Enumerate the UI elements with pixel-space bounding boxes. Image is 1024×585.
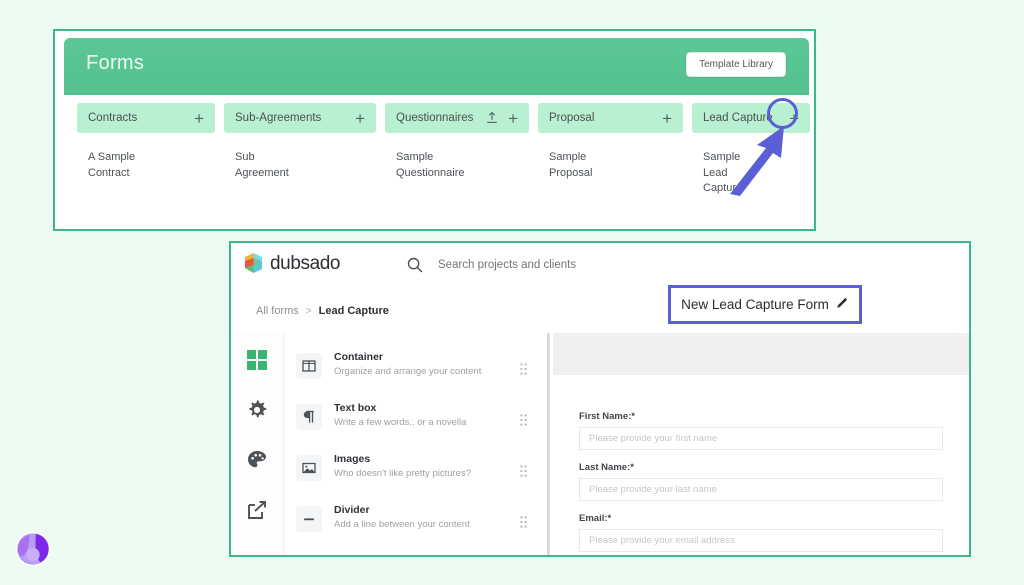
form-name-text: New Lead Capture Form [681, 297, 829, 312]
palette-icon[interactable] [246, 449, 268, 471]
grid-icon[interactable] [246, 349, 268, 371]
pencil-icon[interactable] [836, 296, 849, 314]
breadcrumb-all-forms[interactable]: All forms [256, 305, 299, 317]
drag-handle-icon[interactable] [520, 362, 527, 374]
form-fields: First Name:* Please provide your first n… [553, 375, 969, 555]
block-title: Images [334, 453, 370, 465]
upload-icon[interactable] [486, 111, 498, 125]
drag-handle-icon[interactable] [520, 413, 527, 425]
field-label: First Name:* [579, 411, 943, 422]
block-title: Text box [334, 402, 376, 414]
forms-column-sub-agreements: Sub-Agreements + Sub Agreement [224, 103, 376, 181]
annotation-arrow-icon [726, 118, 792, 196]
share-icon[interactable] [246, 499, 268, 521]
list-item[interactable]: Agreement [235, 166, 365, 182]
forms-column-questionnaires: Questionnaires + Sample Questionnaire [385, 103, 529, 181]
column-label: Proposal [549, 112, 658, 124]
block-item-text-box[interactable]: Text box Write a few words.. or a novell… [284, 396, 546, 445]
last-name-input[interactable]: Please provide your last name [579, 478, 943, 501]
list-item[interactable]: Sample [396, 150, 518, 166]
forms-column-contracts: Contracts + A Sample Contract [77, 103, 215, 181]
cube-logo-icon [244, 252, 263, 275]
breadcrumb-separator: > [306, 306, 312, 317]
add-contract-icon[interactable]: + [194, 110, 204, 127]
list-item[interactable]: Sub [235, 150, 365, 166]
field-last-name: Last Name:* Please provide your last nam… [553, 462, 969, 501]
block-item-images[interactable]: Images Who doesn't like pretty pictures? [284, 447, 546, 496]
block-subtitle: Write a few words.. or a novella [334, 417, 466, 428]
dubsado-logo[interactable]: dubsado [244, 252, 340, 275]
search-icon[interactable] [407, 257, 423, 278]
column-label: Sub-Agreements [235, 112, 351, 124]
list-item[interactable]: Proposal [549, 166, 672, 182]
block-subtitle: Add a line between your content [334, 519, 470, 530]
list-item[interactable]: Questionnaire [396, 166, 518, 182]
block-subtitle: Organize and arrange your content [334, 366, 481, 377]
column-items: A Sample Contract [77, 133, 215, 181]
email-input[interactable]: Please provide your email address [579, 529, 943, 552]
column-label: Contracts [88, 112, 190, 124]
divider-icon [296, 506, 322, 532]
builder-block-list: Container Organize and arrange your cont… [284, 333, 546, 555]
drag-handle-icon[interactable] [520, 464, 527, 476]
list-item[interactable]: Sample [549, 150, 672, 166]
column-header-sub-agreements[interactable]: Sub-Agreements + [224, 103, 376, 133]
image-icon [296, 455, 322, 481]
form-name-field[interactable]: New Lead Capture Form [668, 285, 862, 324]
field-first-name: First Name:* Please provide your first n… [553, 411, 969, 450]
column-items: Sub Agreement [224, 133, 376, 181]
drag-handle-icon[interactable] [520, 515, 527, 527]
column-header-questionnaires[interactable]: Questionnaires + [385, 103, 529, 133]
block-item-container[interactable]: Container Organize and arrange your cont… [284, 345, 546, 394]
block-title: Container [334, 351, 383, 363]
divider-line [547, 333, 550, 555]
column-header-proposal[interactable]: Proposal + [538, 103, 683, 133]
forms-columns: Contracts + A Sample Contract Sub-Agreem… [64, 103, 805, 223]
forms-panel-header: Forms Template Library [64, 38, 809, 95]
column-items: Sample Proposal [538, 133, 683, 181]
page-title: Forms [86, 52, 144, 75]
column-header-contracts[interactable]: Contracts + [77, 103, 215, 133]
canvas-toolbar [553, 333, 969, 375]
panel-resize-handle[interactable] [546, 333, 551, 555]
list-item[interactable]: A Sample [88, 150, 204, 166]
field-email: Email:* Please provide your email addres… [553, 513, 969, 552]
dubsado-app-panel: dubsado All forms > Lead Capture New Lea… [229, 241, 971, 557]
paragraph-icon [296, 404, 322, 430]
column-items: Sample Questionnaire [385, 133, 529, 181]
first-name-input[interactable]: Please provide your first name [579, 427, 943, 450]
block-subtitle: Who doesn't like pretty pictures? [334, 468, 471, 479]
form-preview-canvas: First Name:* Please provide your first n… [553, 333, 969, 555]
column-label: Questionnaires [396, 112, 486, 124]
builder-icon-rail [231, 333, 284, 555]
add-questionnaire-icon[interactable]: + [508, 110, 518, 127]
app-topbar: dubsado [231, 243, 969, 288]
list-item[interactable]: Contract [88, 166, 204, 182]
template-library-button[interactable]: Template Library [686, 52, 786, 77]
form-builder: Container Organize and arrange your cont… [231, 333, 969, 555]
brand-logo [14, 530, 52, 568]
brand-wordmark: dubsado [270, 253, 340, 275]
gear-icon[interactable] [246, 399, 268, 421]
field-label: Last Name:* [579, 462, 943, 473]
breadcrumb: All forms > Lead Capture [256, 305, 389, 317]
forms-column-proposal: Proposal + Sample Proposal [538, 103, 683, 181]
add-sub-agreement-icon[interactable]: + [355, 110, 365, 127]
container-icon [296, 353, 322, 379]
field-label: Email:* [579, 513, 943, 524]
search-input[interactable] [436, 258, 710, 272]
breadcrumb-current: Lead Capture [319, 305, 389, 317]
block-title: Divider [334, 504, 370, 516]
add-proposal-icon[interactable]: + [662, 110, 672, 127]
block-item-divider[interactable]: Divider Add a line between your content [284, 498, 546, 547]
annotation-circle-highlight [767, 98, 798, 129]
forms-panel: Forms Template Library Contracts + A Sam… [53, 29, 816, 231]
